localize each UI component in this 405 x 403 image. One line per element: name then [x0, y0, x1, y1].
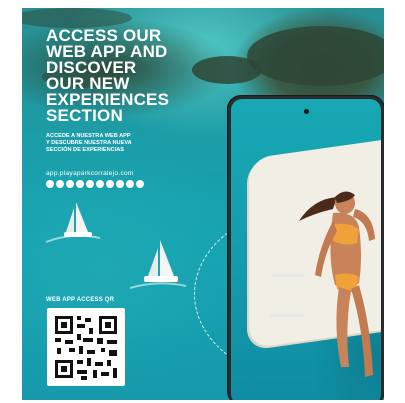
qr-code[interactable] [47, 308, 125, 386]
phone-screen [231, 99, 381, 400]
whatsapp-icon[interactable] [126, 180, 134, 188]
coast-rock [22, 8, 132, 28]
tiktok-icon[interactable] [76, 180, 84, 188]
catamaran-icon [130, 240, 187, 289]
subline-line: SECCIÓN DE EXPERIENCIAS [46, 147, 125, 153]
spanish-subline: ACCEDE A NUESTRA WEB APP Y DESCUBRE NUES… [46, 133, 216, 154]
subline-line: Y DESCUBRE NUESTRA NUEVA [46, 140, 132, 146]
tripadvisor-icon[interactable] [96, 180, 104, 188]
coast-rock [247, 26, 384, 86]
headline-line: SECTION [46, 106, 123, 125]
qr-code-icon [55, 316, 117, 380]
phone-mockup [227, 95, 384, 400]
mail-icon[interactable] [106, 180, 114, 188]
pinterest-icon[interactable] [86, 180, 94, 188]
catamaran-icon [45, 202, 101, 243]
qr-label: WEB APP ACCESS QR [46, 297, 115, 303]
poster: ACCESS OUR WEB APP AND DISCOVER OUR NEW … [22, 8, 384, 400]
more-icon[interactable] [116, 180, 124, 188]
social-icons [46, 180, 144, 188]
website-url[interactable]: app.playaparkcorralejo.com [46, 170, 134, 177]
link-icon[interactable] [136, 180, 144, 188]
youtube-icon[interactable] [46, 180, 54, 188]
subline-line: ACCEDE A NUESTRA WEB APP [46, 133, 131, 139]
facebook-icon[interactable] [66, 180, 74, 188]
woman-figure [299, 191, 375, 377]
camera-icon [304, 109, 309, 114]
instagram-icon[interactable] [56, 180, 64, 188]
headline: ACCESS OUR WEB APP AND DISCOVER OUR NEW … [46, 27, 216, 125]
